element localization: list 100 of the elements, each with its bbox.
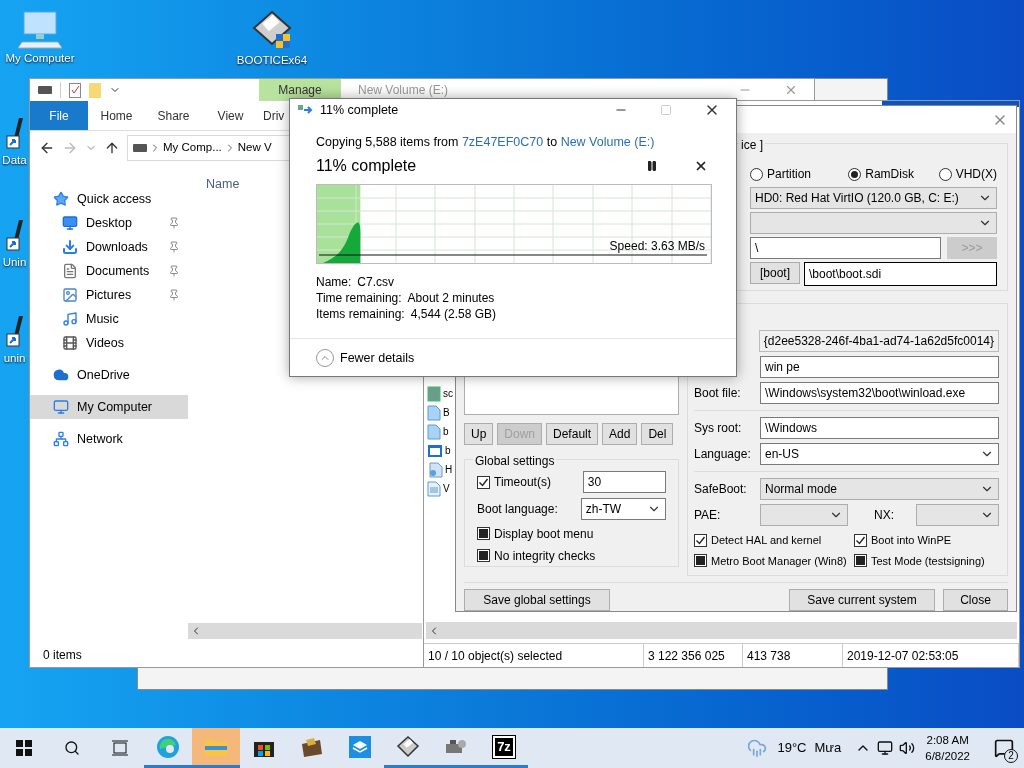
checkbox-label[interactable]: Test Mode (testsigning): [871, 552, 985, 569]
radio-button[interactable]: [848, 167, 862, 181]
status-text: 0 items: [43, 647, 82, 664]
file-name[interactable]: b: [443, 424, 449, 439]
checkbox-label[interactable]: Detect HAL and kernel: [711, 532, 822, 549]
archive-icon: 7z: [493, 735, 515, 758]
temperature-text[interactable]: 19°C: [777, 738, 807, 758]
checkbox[interactable]: [477, 549, 490, 562]
ribbon-tab[interactable]: Share: [145, 101, 202, 130]
button[interactable]: [boot]: [750, 262, 800, 284]
window-icon: [427, 443, 443, 458]
status-cell: 2019-12-07 02:53:05: [843, 644, 1019, 667]
speed-text: Speed: 3.63 MB/s: [609, 237, 705, 255]
nav-item[interactable]: My Computer: [30, 395, 188, 419]
taskbar-button[interactable]: 7z: [480, 728, 528, 768]
file-tab[interactable]: File: [30, 101, 88, 130]
volume-icon[interactable]: [899, 740, 916, 756]
button[interactable]: Save global settings: [464, 589, 610, 611]
nav-item[interactable]: Downloads: [30, 235, 188, 259]
film-icon: [62, 335, 78, 351]
checkbox[interactable]: [477, 527, 490, 540]
checkbox-label[interactable]: Display boot menu: [494, 524, 594, 543]
sys-root-field[interactable]: \Windows: [760, 417, 999, 439]
description-field[interactable]: win pe: [760, 356, 999, 378]
checkbox-label[interactable]: Boot into WinPE: [871, 532, 952, 549]
details-toggle[interactable]: Fewer details: [340, 348, 415, 368]
checkbox-label[interactable]: No integrity checks: [494, 546, 596, 565]
field-label: NX:: [874, 507, 895, 524]
network-icon[interactable]: [877, 740, 894, 756]
clock[interactable]: 2:08 AM 6/8/2022: [925, 732, 970, 764]
weather-text[interactable]: Mưa: [814, 738, 842, 758]
breadcrumb-item[interactable]: My Comp...: [163, 139, 222, 157]
nav-item[interactable]: Pictures: [30, 283, 188, 307]
shortcut-icon: [4, 220, 25, 254]
desktop-icon: [62, 215, 78, 231]
destination-link[interactable]: New Volume (E:): [560, 135, 655, 149]
checkbox[interactable]: [694, 533, 707, 547]
checkbox[interactable]: [854, 554, 867, 568]
window-title: New Volume (E:): [358, 82, 449, 99]
column-header[interactable]: Name: [206, 177, 240, 191]
checkbox-label[interactable]: Timeout(s): [494, 473, 579, 491]
sdi-path-field[interactable]: \boot\boot.sdi: [804, 262, 997, 286]
checkbox[interactable]: [694, 554, 707, 568]
pause-icon[interactable]: [646, 159, 658, 172]
nav-item[interactable]: Documents: [30, 259, 188, 283]
button[interactable]: Save current system: [789, 589, 935, 611]
nav-item[interactable]: Network: [30, 427, 188, 451]
button[interactable]: Up: [464, 423, 494, 445]
notification-count: 2: [1004, 749, 1018, 763]
drive-icon: [38, 86, 52, 94]
speed-area: [323, 222, 361, 263]
up-icon[interactable]: [104, 140, 120, 156]
timeout-field[interactable]: 30: [582, 471, 666, 493]
checkbox[interactable]: [854, 533, 867, 547]
button[interactable]: Add: [602, 423, 638, 445]
progress-heading: 11% complete: [316, 155, 418, 176]
boot-file-field[interactable]: \Windows\system32\boot\winload.exe: [760, 382, 999, 404]
star-icon: [53, 191, 69, 207]
radio-button[interactable]: [938, 167, 952, 181]
file-name[interactable]: B: [443, 405, 450, 420]
checkbox-label[interactable]: Metro Boot Manager (Win8): [711, 552, 847, 569]
file-name[interactable]: H: [445, 462, 453, 477]
boot-language-dropdown[interactable]: zh-TW: [580, 498, 666, 520]
button[interactable]: Del: [641, 423, 674, 445]
nav-item[interactable]: Quick access: [30, 187, 188, 211]
desktop-icon-label[interactable]: BOOTICEx64: [236, 52, 308, 70]
language-dropdown[interactable]: en-US: [760, 443, 999, 465]
disk-dropdown[interactable]: HD0: Red Hat VirtIO (120.0 GB, C: E:): [750, 187, 997, 209]
back-icon[interactable]: [39, 140, 55, 156]
breadcrumb-item[interactable]: New V: [237, 139, 272, 157]
button[interactable]: Close: [943, 589, 1008, 611]
field-label: Boot language:: [477, 501, 559, 518]
file-name[interactable]: sc: [443, 386, 453, 401]
ribbon-tab[interactable]: View: [202, 101, 259, 130]
radio-button[interactable]: [750, 167, 763, 181]
nav-item[interactable]: Videos: [30, 331, 188, 355]
radio-label[interactable]: VHD(X): [955, 165, 997, 183]
path-field[interactable]: \: [750, 237, 941, 259]
detail-label: Items remaining:: [316, 305, 405, 322]
radio-label[interactable]: RamDisk: [865, 165, 914, 183]
picture-icon: [62, 287, 78, 303]
notification-icon[interactable]: [994, 738, 1014, 758]
context-tab[interactable]: Manage: [259, 79, 341, 101]
source-link[interactable]: 7zE47EF0C70: [461, 135, 544, 149]
safeboot-dropdown[interactable]: Normal mode: [760, 478, 999, 500]
nav-item[interactable]: Music: [30, 307, 188, 331]
toolbox-icon: [300, 735, 324, 758]
button[interactable]: Default: [546, 423, 599, 445]
file-name[interactable]: b: [445, 443, 451, 458]
status-cell: 10 / 10 object(s) selected: [424, 644, 644, 667]
file-name[interactable]: V: [443, 481, 450, 496]
guid-field[interactable]: {d2ee5328-246f-4ba1-ad74-1a62d5fc0014}: [758, 330, 999, 352]
nav-item[interactable]: OneDrive: [30, 363, 188, 387]
network-icon: [53, 431, 69, 447]
radio-label[interactable]: Partition: [767, 165, 812, 183]
shortcut-icon: [4, 118, 25, 152]
nav-item[interactable]: Desktop: [30, 211, 188, 235]
checkbox[interactable]: [477, 475, 490, 489]
ribbon-tab[interactable]: Driv: [259, 101, 285, 130]
ribbon-tab[interactable]: Home: [88, 101, 145, 130]
